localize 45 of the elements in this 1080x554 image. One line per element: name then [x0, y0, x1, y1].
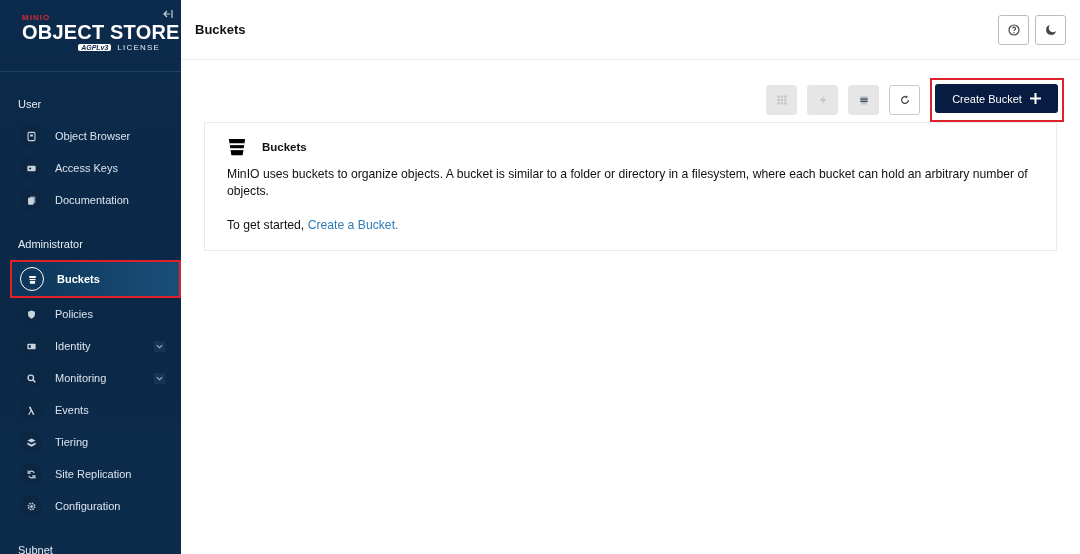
sidebar-item[interactable]: Tiering: [0, 426, 181, 458]
sidebar-item[interactable]: Identity: [0, 330, 181, 362]
help-button[interactable]: [998, 14, 1029, 45]
sync-icon: [25, 468, 37, 480]
theme-button[interactable]: [1035, 14, 1066, 45]
settings-icon: [25, 500, 37, 512]
create-bucket-button[interactable]: Create Bucket: [935, 84, 1058, 113]
chevron-down-icon[interactable]: [154, 340, 165, 352]
documents-icon: [25, 194, 37, 206]
bucket-icon: [857, 94, 870, 106]
grid-icon: [775, 94, 788, 106]
sidebar-item[interactable]: Site Replication: [0, 458, 181, 490]
chevron-down-icon[interactable]: [154, 372, 165, 384]
section-heading: Administrator: [17, 237, 84, 252]
search-icon: [25, 372, 37, 384]
refresh-icon: [898, 94, 911, 106]
sidebar-item[interactable]: Events: [0, 394, 181, 426]
help-icon: [1007, 23, 1020, 36]
prompt-text: To get started,: [227, 218, 305, 232]
card-title: Buckets: [262, 141, 307, 153]
plus-icon: [1029, 93, 1041, 104]
moon-icon: [1044, 23, 1057, 36]
shield-icon: [25, 308, 37, 320]
layers-icon: [25, 436, 37, 448]
license-label: LICENSE: [117, 43, 160, 52]
description-text: MinIO uses buckets to organize objects. A bucket is similar to a folder or directory in a filesystem, where each bucket can hold an arbitrary number of objects.: [227, 166, 1028, 200]
sidebar-item[interactable]: Object Browser: [0, 120, 181, 152]
create-bucket-link[interactable]: Create a Bucket.: [307, 218, 399, 232]
sidebar-item[interactable]: Policies: [0, 298, 181, 330]
sidebar-item[interactable]: Buckets: [10, 260, 181, 298]
sidebar-item[interactable]: Monitoring: [0, 362, 181, 394]
section-heading: User: [17, 97, 43, 112]
section-heading: Subnet: [17, 543, 54, 554]
bucket-icon: [26, 273, 38, 285]
browser-icon: [25, 130, 37, 142]
toolbar-button[interactable]: [889, 85, 920, 115]
sidebar-item[interactable]: Access Keys: [0, 152, 181, 184]
page-title: Buckets: [195, 22, 247, 37]
product-name: OBJECT STORE: [22, 22, 181, 42]
sidebar-item[interactable]: Documentation: [0, 184, 181, 216]
brand-logo: MINIO: [22, 13, 51, 22]
bucket-icon: [227, 137, 247, 157]
collapse-icon[interactable]: [163, 9, 173, 19]
lambda-icon: [25, 404, 37, 416]
sidebar-item[interactable]: Configuration: [0, 490, 181, 522]
